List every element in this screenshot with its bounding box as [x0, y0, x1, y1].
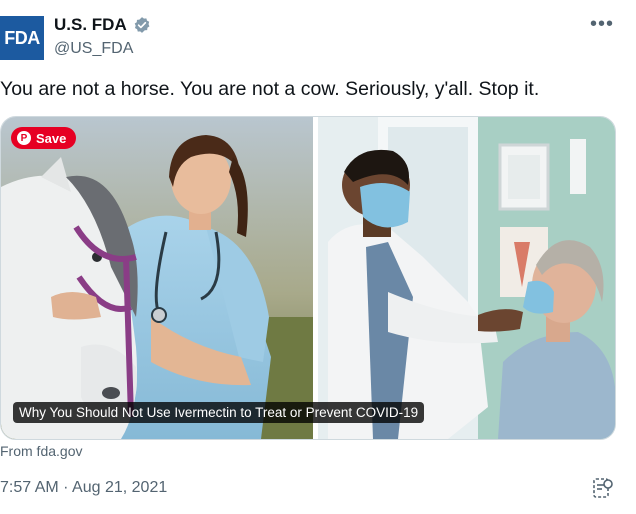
author-display-name[interactable]: U.S. FDA: [54, 15, 127, 35]
vet-horse-photo: [1, 117, 313, 439]
pinterest-icon: P: [17, 131, 31, 145]
verified-badge-icon: [134, 17, 150, 33]
tweet-timestamp[interactable]: 7:57 AM · Aug 21, 2021: [0, 479, 167, 497]
author-handle[interactable]: @US_FDA: [54, 40, 133, 58]
media-card[interactable]: P Save Why You Should Not Use Ivermectin…: [0, 116, 616, 440]
media-caption: Why You Should Not Use Ivermectin to Tre…: [13, 402, 425, 423]
author-avatar[interactable]: FDA: [0, 16, 44, 60]
tweet-text: You are not a horse. You are not a cow. …: [0, 78, 540, 100]
save-label: Save: [36, 130, 67, 146]
more-options-icon[interactable]: •••: [590, 13, 614, 36]
doctor-patient-photo: [318, 117, 615, 439]
link-source[interactable]: From fda.gov: [0, 443, 82, 459]
bookmark-analytics-icon[interactable]: [592, 476, 614, 500]
author-name-row: U.S. FDA: [54, 15, 151, 35]
pinterest-save-button[interactable]: P Save: [11, 127, 77, 149]
